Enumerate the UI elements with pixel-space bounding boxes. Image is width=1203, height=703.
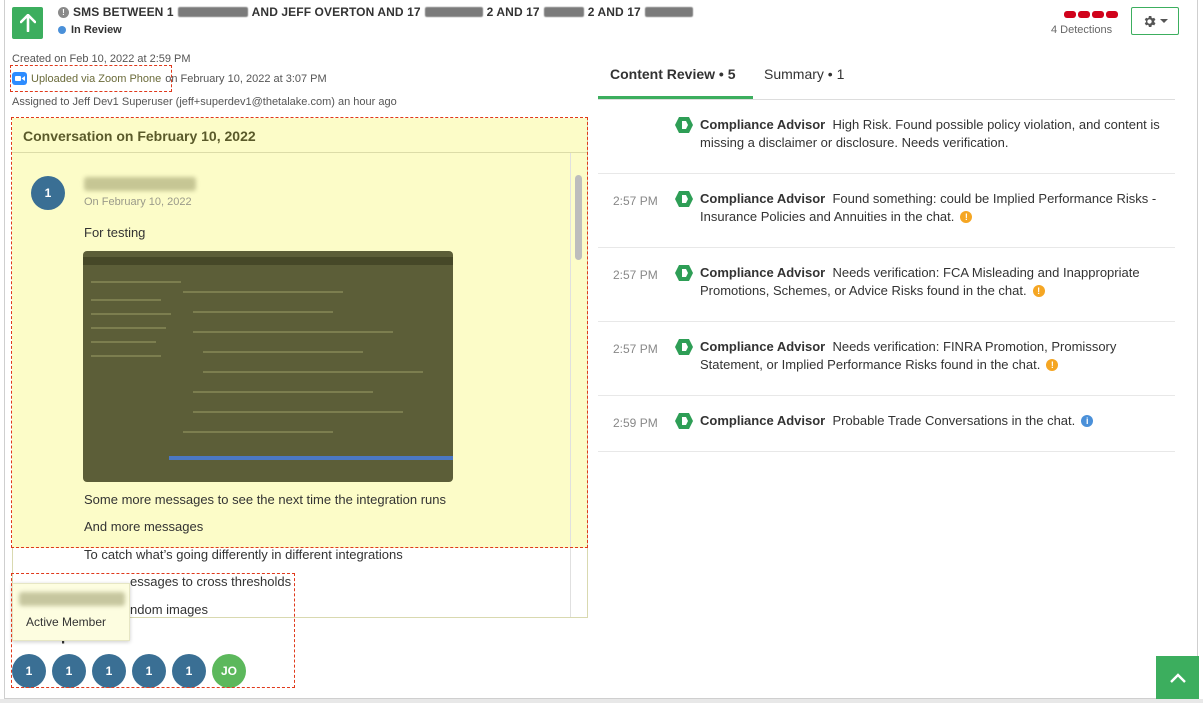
- title-part-4: 2 AND 17: [587, 5, 641, 19]
- arrow-up-icon: [19, 14, 36, 32]
- detection-text: Compliance Advisor Needs verification: F…: [700, 264, 1160, 300]
- page-title: ! SMS BETWEEN 1 AND JEFF OVERTON AND 17 …: [58, 5, 693, 19]
- scroll-to-top-button[interactable]: [1156, 656, 1199, 699]
- tab-summary[interactable]: Summary • 1: [764, 66, 844, 82]
- detection-item[interactable]: 2:57 PM Compliance Advisor Found somethi…: [598, 174, 1175, 248]
- status-badge: In Review: [58, 24, 122, 36]
- detection-text: Compliance Advisor High Risk. Found poss…: [700, 116, 1160, 152]
- detection-text: Compliance Advisor Probable Trade Conver…: [700, 412, 1160, 430]
- detection-time: 2:57 PM: [613, 194, 658, 208]
- active-tab-indicator: [598, 96, 753, 99]
- compliance-advisor-icon: [675, 413, 693, 429]
- chevron-down-icon: [1160, 19, 1168, 23]
- detection-text: Compliance Advisor Needs verification: F…: [700, 338, 1160, 374]
- detections-count: 4 Detections: [1051, 24, 1113, 36]
- gear-icon: [1144, 15, 1156, 27]
- review-tabs: Content Review • 5 Summary • 1: [598, 58, 1175, 100]
- detection-source: Compliance Advisor: [700, 413, 826, 428]
- detection-item[interactable]: 2:59 PM Compliance Advisor Probable Trad…: [598, 396, 1175, 452]
- redacted-number: [177, 7, 248, 17]
- status-label: In Review: [71, 24, 122, 36]
- redacted-number: [644, 7, 693, 17]
- compliance-advisor-icon: [675, 265, 693, 281]
- annotation-box: [11, 117, 588, 548]
- detection-description: Probable Trade Conversations in the chat…: [832, 413, 1076, 428]
- title-part-1: SMS BETWEEN 1: [73, 5, 174, 19]
- detection-item[interactable]: 2:57 PM Compliance Advisor Needs verific…: [598, 248, 1175, 322]
- assignment-info: Assigned to Jeff Dev1 Superuser (jeff+su…: [12, 96, 397, 108]
- tab-content-review[interactable]: Content Review • 5: [610, 66, 735, 82]
- message-text: To catch what’s going differently in dif…: [84, 547, 403, 562]
- severity-segment: [1064, 11, 1076, 18]
- warning-icon: !: [1046, 359, 1059, 371]
- detection-time: 2:59 PM: [613, 416, 658, 430]
- window-bottom-border: [0, 699, 1203, 703]
- info-icon[interactable]: !: [58, 6, 69, 18]
- status-dot-icon: [58, 26, 66, 34]
- detection-text: Compliance Advisor Found something: coul…: [700, 190, 1160, 226]
- settings-menu-button[interactable]: [1131, 7, 1179, 35]
- detection-source: Compliance Advisor: [700, 117, 826, 132]
- severity-segment: [1106, 11, 1118, 18]
- annotation-box: [11, 573, 295, 688]
- redacted-number: [424, 7, 483, 17]
- warning-icon: !: [1032, 285, 1045, 297]
- detection-source: Compliance Advisor: [700, 191, 826, 206]
- title-part-2: AND JEFF OVERTON AND 17: [251, 5, 421, 19]
- title-part-3: 2 AND 17: [486, 5, 540, 19]
- detection-item[interactable]: 2:57 PM Compliance Advisor Needs verific…: [598, 322, 1175, 396]
- chevron-up-icon: [1169, 672, 1186, 683]
- severity-segment: [1092, 11, 1104, 18]
- detection-source: Compliance Advisor: [700, 265, 826, 280]
- annotation-box: [10, 65, 172, 92]
- created-date: Created on Feb 10, 2022 at 2:59 PM: [12, 53, 191, 65]
- info-icon: i: [1081, 415, 1094, 427]
- detection-time: 2:57 PM: [613, 342, 658, 356]
- back-up-button[interactable]: [12, 7, 43, 39]
- detection-time: 2:57 PM: [613, 268, 658, 282]
- detection-severity-bar[interactable]: [1064, 11, 1118, 18]
- compliance-advisor-icon: [675, 191, 693, 207]
- redacted-number: [543, 7, 584, 17]
- upload-date: on February 10, 2022 at 3:07 PM: [165, 72, 327, 85]
- severity-segment: [1078, 11, 1090, 18]
- compliance-advisor-icon: [675, 117, 693, 133]
- warning-icon: !: [960, 211, 973, 223]
- compliance-advisor-icon: [675, 339, 693, 355]
- detection-item[interactable]: Compliance Advisor High Risk. Found poss…: [598, 100, 1175, 174]
- detection-source: Compliance Advisor: [700, 339, 826, 354]
